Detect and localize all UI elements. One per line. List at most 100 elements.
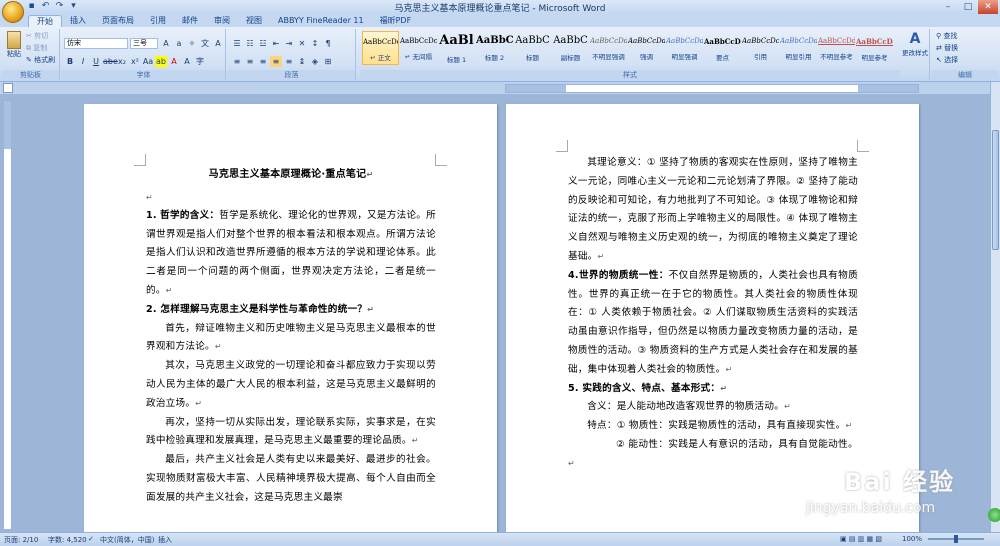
distributed-icon[interactable]: ≡	[283, 56, 295, 67]
baidu-watermark: Bai 经验 jingyan.baidu.com	[806, 462, 986, 530]
copy-button[interactable]: ⧉ 复制	[26, 43, 47, 53]
bold-icon[interactable]: B	[64, 56, 76, 67]
align-right-icon[interactable]: ≡	[257, 56, 269, 67]
align-left-icon[interactable]: ≡	[231, 56, 243, 67]
word-count[interactable]: 字数: 4,520	[48, 535, 87, 545]
underline-icon[interactable]: U	[90, 56, 102, 67]
borders-icon[interactable]: ⊞	[322, 56, 334, 67]
style-subtitle[interactable]: AaBbC 副标题	[552, 31, 589, 65]
insert-mode[interactable]: 插入	[158, 535, 172, 545]
style-emphasis[interactable]: AaBbCcDd 强调	[628, 31, 665, 65]
decrease-indent-icon[interactable]: ⇤	[270, 38, 282, 49]
find-button[interactable]: ⚲ 查找	[936, 31, 957, 41]
subscript-icon[interactable]: x₂	[116, 56, 128, 67]
zoom-slider-knob[interactable]	[954, 535, 958, 543]
ruler-right-margin	[858, 85, 918, 92]
sort-icon[interactable]: ↕	[309, 38, 321, 49]
clipboard-group: 粘贴 ✂ 剪切 ⧉ 复制 ✎ 格式刷 剪贴板	[2, 29, 60, 80]
justify-icon[interactable]: ≡	[270, 56, 282, 67]
styles-group-label: 样式	[360, 70, 900, 80]
vertical-ruler[interactable]	[3, 100, 12, 530]
show-marks-icon[interactable]: ¶	[322, 38, 334, 49]
enclose-char-icon[interactable]: 字	[194, 56, 206, 67]
page-1-body[interactable]: 马克思主义基本原理概论·重点笔记↵ ↵ 1. 哲学的含义：哲学是系统化、理论化的…	[146, 166, 436, 508]
tab-abbyy[interactable]: ABBYY FineReader 11	[270, 15, 372, 27]
align-center-icon[interactable]: ≡	[244, 56, 256, 67]
tab-foxit-pdf[interactable]: 福昕PDF	[372, 15, 420, 27]
replace-button[interactable]: ⇄ 替换	[936, 43, 958, 53]
tab-references[interactable]: 引用	[142, 15, 174, 27]
tab-stop-selector[interactable]	[3, 83, 13, 93]
view-buttons[interactable]: ▣ ▤ ▥ ▦ ▧	[840, 535, 882, 543]
page-2-body[interactable]: 其理论意义：① 坚持了物质的客观实在性原则，坚持了唯物主义一元论，同唯心主义一元…	[568, 154, 858, 474]
phonetic-icon[interactable]: 文	[199, 38, 211, 49]
title-bar: ▪ ↶ ↷ ▾ 马克思主义基本原理概论重点笔记 - Microsoft Word…	[0, 0, 1000, 23]
chinese-layout-icon[interactable]: ✕	[296, 38, 308, 49]
ruler-area	[0, 82, 1000, 94]
language[interactable]: 中文(简体，中国)	[100, 535, 154, 545]
style-intense-emphasis[interactable]: AaBbCcDd 明显强调	[666, 31, 703, 65]
tab-mailings[interactable]: 邮件	[174, 15, 206, 27]
superscript-icon[interactable]: x²	[129, 56, 141, 67]
vertical-scrollbar[interactable]	[990, 82, 1000, 532]
style-title[interactable]: AaBbC 标题	[514, 31, 551, 65]
font-name-combo[interactable]: 仿宋	[64, 38, 128, 49]
tab-view[interactable]: 视图	[238, 15, 270, 27]
paragraph-first: 首先，辩证唯物主义和历史唯物主义是马克思主义最根本的世界观和方法论。↵	[146, 322, 436, 353]
font-color-icon[interactable]: A	[168, 56, 180, 67]
shading-icon[interactable]: ◈	[309, 56, 321, 67]
line-spacing-icon[interactable]: ↨	[296, 56, 308, 67]
strikethrough-icon[interactable]: abe	[103, 56, 118, 67]
zoom-level[interactable]: 100%	[902, 535, 922, 543]
grow-font-icon[interactable]: A	[160, 38, 172, 49]
crop-mark	[134, 154, 146, 166]
paragraph-philosophy: 1. 哲学的含义：哲学是系统化、理论化的世界观，又是方法论。所谓世界观是指人们对…	[146, 209, 437, 296]
highlight-icon[interactable]: ab	[155, 56, 167, 67]
style-subtle-reference[interactable]: AaBbCcDd 不明显参考	[818, 31, 855, 65]
watermark-brand: Bai 经验	[844, 468, 956, 496]
font-group: 仿宋 三号 A a ✧ 文 A B I U abe x₂ x² Aa ab A …	[62, 29, 226, 80]
tab-page-layout[interactable]: 页面布局	[94, 15, 142, 27]
paste-button[interactable]: 粘贴	[6, 31, 22, 59]
change-case-icon[interactable]: Aa	[142, 56, 154, 67]
document-title: 马克思主义基本原理概论·重点笔记↵	[208, 169, 374, 180]
format-painter-button[interactable]: ✎ 格式刷	[26, 55, 55, 65]
scrollbar-thumb[interactable]	[992, 130, 999, 250]
tab-home[interactable]: 开始	[28, 15, 62, 27]
font-size-combo[interactable]: 三号	[130, 38, 158, 49]
style-heading-2[interactable]: AaBbC 标题 2	[476, 31, 513, 65]
font-group-label: 字体	[62, 70, 225, 80]
change-styles-button[interactable]: A 更改样式	[902, 31, 928, 57]
style-heading-1[interactable]: AaBl 标题 1	[438, 31, 475, 65]
tab-insert[interactable]: 插入	[62, 15, 94, 27]
paragraph-tools-row2: ≡ ≡ ≡ ≡ ≡ ↨ ◈ ⊞	[231, 56, 334, 67]
style-no-spacing[interactable]: AaBbCcDc ↵ 无间隔	[400, 31, 437, 65]
select-button[interactable]: ↖ 选择	[936, 55, 958, 65]
multilevel-list-icon[interactable]: ☳	[257, 38, 269, 49]
style-intense-quote[interactable]: AaBbCcDd 明显引用	[780, 31, 817, 65]
proofing-icon[interactable]: ✓	[88, 535, 94, 543]
page-1[interactable]: 马克思主义基本原理概论·重点笔记↵ ↵ 1. 哲学的含义：哲学是系统化、理论化的…	[84, 104, 497, 532]
style-quote[interactable]: AaBbCcDc 引用	[742, 31, 779, 65]
style-subtle-emphasis[interactable]: AaBbCcDd 不明显强调	[590, 31, 627, 65]
minimize-button[interactable]: –	[938, 0, 958, 14]
close-button[interactable]: ✕	[978, 0, 998, 14]
tab-review[interactable]: 审阅	[206, 15, 238, 27]
maximize-button[interactable]: □	[958, 0, 978, 14]
style-intense-reference[interactable]: AaBbCcDd明显参考	[856, 31, 893, 65]
italic-icon[interactable]: I	[77, 56, 89, 67]
horizontal-ruler[interactable]	[505, 84, 919, 93]
style-normal[interactable]: AaBbCcDc ↵ 正文	[362, 31, 399, 65]
clear-format-icon[interactable]: ✧	[186, 38, 198, 49]
paragraph-features: 特点：① 物质性：实践是物质性的活动，具有直接现实性。↵	[587, 420, 853, 432]
increase-indent-icon[interactable]: ⇥	[283, 38, 295, 49]
style-strong[interactable]: AaBbCcDc 要点	[704, 31, 741, 65]
numbering-icon[interactable]: ☷	[244, 38, 256, 49]
page-count[interactable]: 页面: 2/10	[4, 535, 38, 545]
shrink-font-icon[interactable]: a	[173, 38, 185, 49]
char-shading-icon[interactable]: A	[181, 56, 193, 67]
bullets-icon[interactable]: ☰	[231, 38, 243, 49]
cut-button[interactable]: ✂ 剪切	[26, 31, 48, 41]
office-button[interactable]	[2, 1, 24, 23]
char-border-icon[interactable]: A	[212, 38, 224, 49]
